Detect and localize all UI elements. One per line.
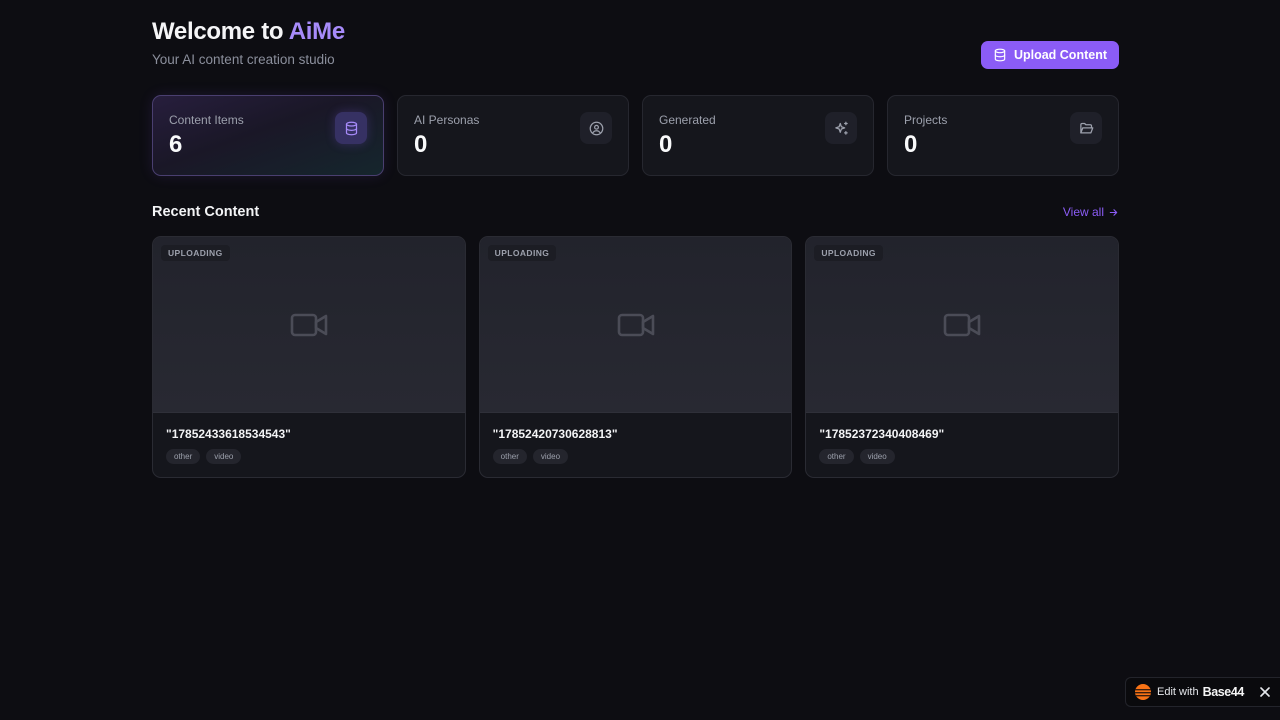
- folder-open-icon: [1070, 112, 1102, 144]
- recent-content-heading: Recent Content: [152, 204, 260, 220]
- user-circle-icon: [580, 112, 612, 144]
- stat-value: 6: [169, 131, 183, 158]
- database-icon: [335, 112, 367, 144]
- content-title: "17852433618534543": [166, 427, 291, 441]
- video-icon: [943, 313, 981, 336]
- content-card[interactable]: UPLOADING "17852420730628813" other vide…: [478, 236, 793, 478]
- close-button[interactable]: [1258, 685, 1272, 699]
- tag: other: [819, 449, 854, 464]
- content-card[interactable]: UPLOADING "17852372340408469" other vide…: [805, 236, 1120, 478]
- content-tags: other video: [819, 449, 895, 464]
- content-thumbnail: UPLOADING: [806, 237, 1119, 413]
- content-tags: other video: [166, 449, 242, 464]
- tag: video: [859, 449, 895, 464]
- edit-with-base44-badge[interactable]: Edit with Base44: [1125, 677, 1280, 707]
- database-icon: [994, 48, 1006, 62]
- edit-with-label: Edit with: [1157, 686, 1199, 698]
- stat-value: 0: [904, 131, 918, 158]
- upload-content-label: Upload Content: [1013, 48, 1107, 62]
- stats-row: Content Items 6 AI Personas 0 Generated …: [152, 95, 1119, 176]
- base44-logo-icon: [1135, 684, 1151, 700]
- status-badge: UPLOADING: [161, 245, 230, 261]
- content-thumbnail: UPLOADING: [479, 237, 792, 413]
- page-header: Welcome to AiMe Your AI content creation…: [152, 0, 1119, 95]
- view-all-link[interactable]: View all: [1063, 205, 1119, 219]
- content-thumbnail: UPLOADING: [153, 237, 465, 413]
- stat-label: AI Personas: [414, 113, 480, 127]
- recent-content-list: UPLOADING "17852433618534543" other vide…: [152, 236, 1120, 478]
- tag: other: [492, 449, 527, 464]
- content-tags: other video: [492, 449, 569, 464]
- stat-label: Projects: [904, 113, 948, 127]
- stat-label: Content Items: [169, 113, 244, 127]
- content-card[interactable]: UPLOADING "17852433618534543" other vide…: [152, 236, 466, 478]
- video-icon: [617, 313, 654, 336]
- video-icon: [290, 313, 328, 336]
- tag: other: [166, 449, 201, 464]
- upload-content-button[interactable]: Upload Content: [980, 41, 1119, 69]
- view-all-label: View all: [1062, 205, 1104, 219]
- tag: video: [206, 449, 242, 464]
- content-title: "17852372340408469": [819, 427, 945, 441]
- tag: video: [532, 449, 569, 464]
- base44-name: Base44: [1202, 685, 1245, 699]
- main-content: Welcome to AiMe Your AI content creation…: [152, 0, 1120, 478]
- page-title: Welcome to AiMe: [152, 18, 345, 46]
- status-badge: UPLOADING: [814, 245, 883, 261]
- content-title: "17852420730628813": [492, 427, 618, 441]
- stat-card-content-items[interactable]: Content Items 6: [152, 95, 384, 176]
- title-prefix: Welcome to: [152, 18, 289, 45]
- sparkles-icon: [825, 112, 857, 144]
- stat-label: Generated: [659, 113, 716, 127]
- status-badge: UPLOADING: [487, 245, 557, 261]
- stat-card-ai-personas[interactable]: AI Personas 0: [397, 95, 629, 176]
- stat-card-projects[interactable]: Projects 0: [887, 95, 1119, 176]
- brand-name: AiMe: [288, 18, 345, 45]
- stat-card-generated[interactable]: Generated 0: [642, 95, 874, 176]
- arrow-right-icon: [1109, 208, 1118, 216]
- page-subtitle: Your AI content creation studio: [152, 52, 335, 67]
- stat-value: 0: [414, 131, 428, 158]
- stat-value: 0: [659, 131, 673, 158]
- close-icon: [1260, 687, 1270, 697]
